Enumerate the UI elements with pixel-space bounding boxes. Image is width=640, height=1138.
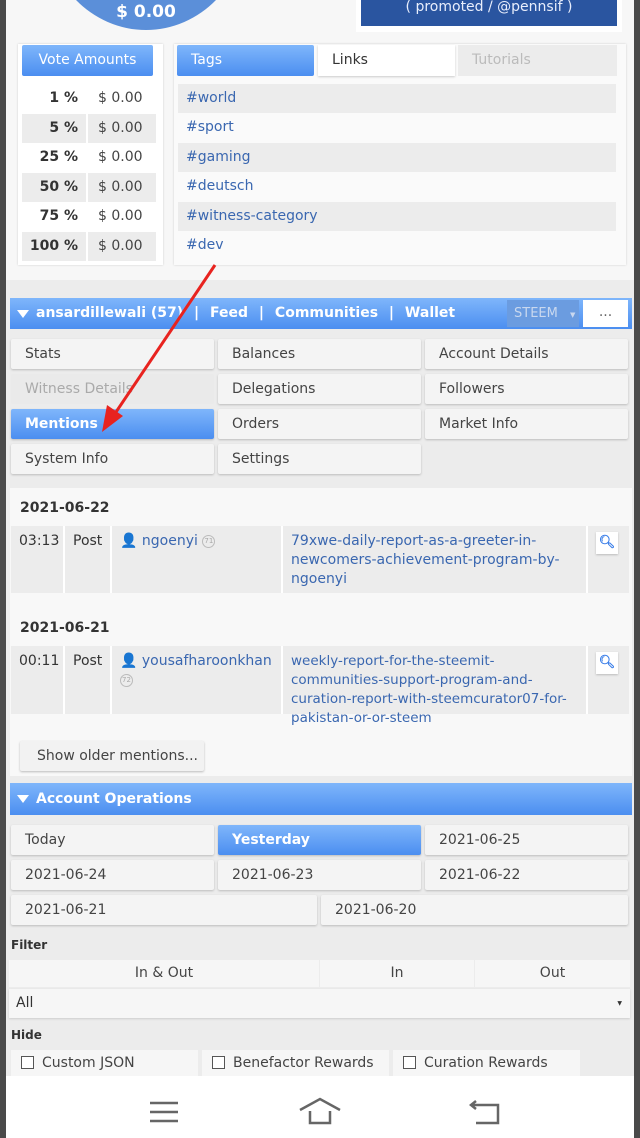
arrow-shaft: [110, 264, 217, 419]
menu-icon[interactable]: [148, 1100, 180, 1124]
annotation-arrow: [102, 264, 217, 432]
back-icon[interactable]: [468, 1098, 504, 1126]
android-nav-bar: [6, 1076, 634, 1138]
arrow-head: [102, 405, 123, 432]
home-icon[interactable]: [298, 1096, 342, 1126]
